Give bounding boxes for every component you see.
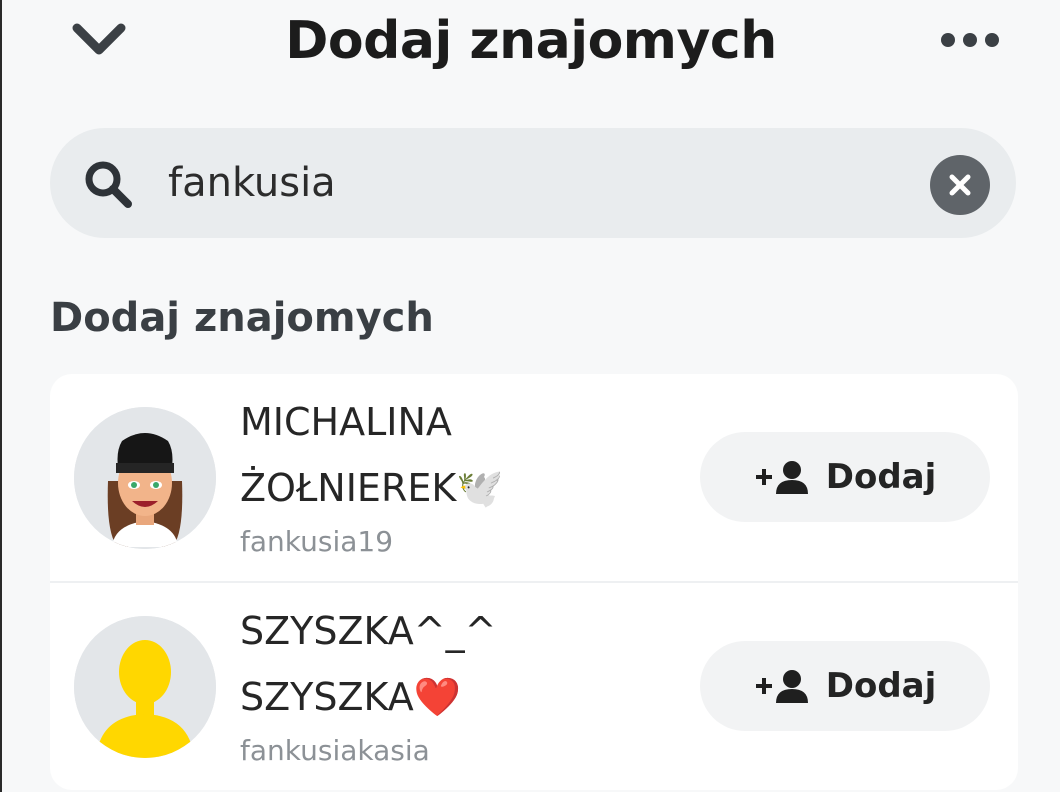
page-title: Dodaj znajomych [285,11,777,71]
chevron-down-icon [72,23,126,55]
search-bar [50,128,1016,238]
add-friends-screen: Dodaj znajomych Dodaj znajomych [0,0,1060,792]
section-title: Dodaj znajomych [50,295,434,341]
list-item[interactable]: SZYSZKA^_^ SZYSZKA❤️ fankusiakasia Dodaj [50,581,1018,788]
clear-search-button[interactable] [930,155,990,215]
display-name-line2: SZYSZKA❤️ [240,675,462,719]
search-input[interactable] [168,152,908,214]
bitmoji-avatar[interactable] [74,407,216,549]
add-friend-label: Dodaj [825,666,937,706]
display-name-line1: MICHALINA [240,400,452,444]
list-item[interactable]: MICHALINA ŻOŁNIEREK🕊️ fankusia19 Dodaj [50,374,1018,581]
username: fankusiakasia [240,734,430,767]
more-button[interactable] [930,20,1010,60]
add-friend-button[interactable]: Dodaj [700,432,990,522]
display-name-line1: SZYSZKA^_^ [240,609,497,653]
header: Dodaj znajomych [2,0,1060,84]
search-icon [85,161,132,208]
more-dots-icon [941,33,999,47]
add-friend-icon [755,670,808,703]
bitmoji-avatar-image [74,407,216,549]
username: fankusia19 [240,525,394,558]
add-friend-button[interactable]: Dodaj [700,641,990,731]
default-avatar-image [74,616,216,758]
default-avatar[interactable] [74,616,216,758]
back-button[interactable] [64,14,134,66]
add-friend-icon [755,461,808,494]
results-list: MICHALINA ŻOŁNIEREK🕊️ fankusia19 Dodaj S… [50,374,1018,790]
add-friend-label: Dodaj [825,457,937,497]
clear-icon [949,174,971,196]
display-name-line2: ŻOŁNIEREK🕊️ [240,466,504,510]
